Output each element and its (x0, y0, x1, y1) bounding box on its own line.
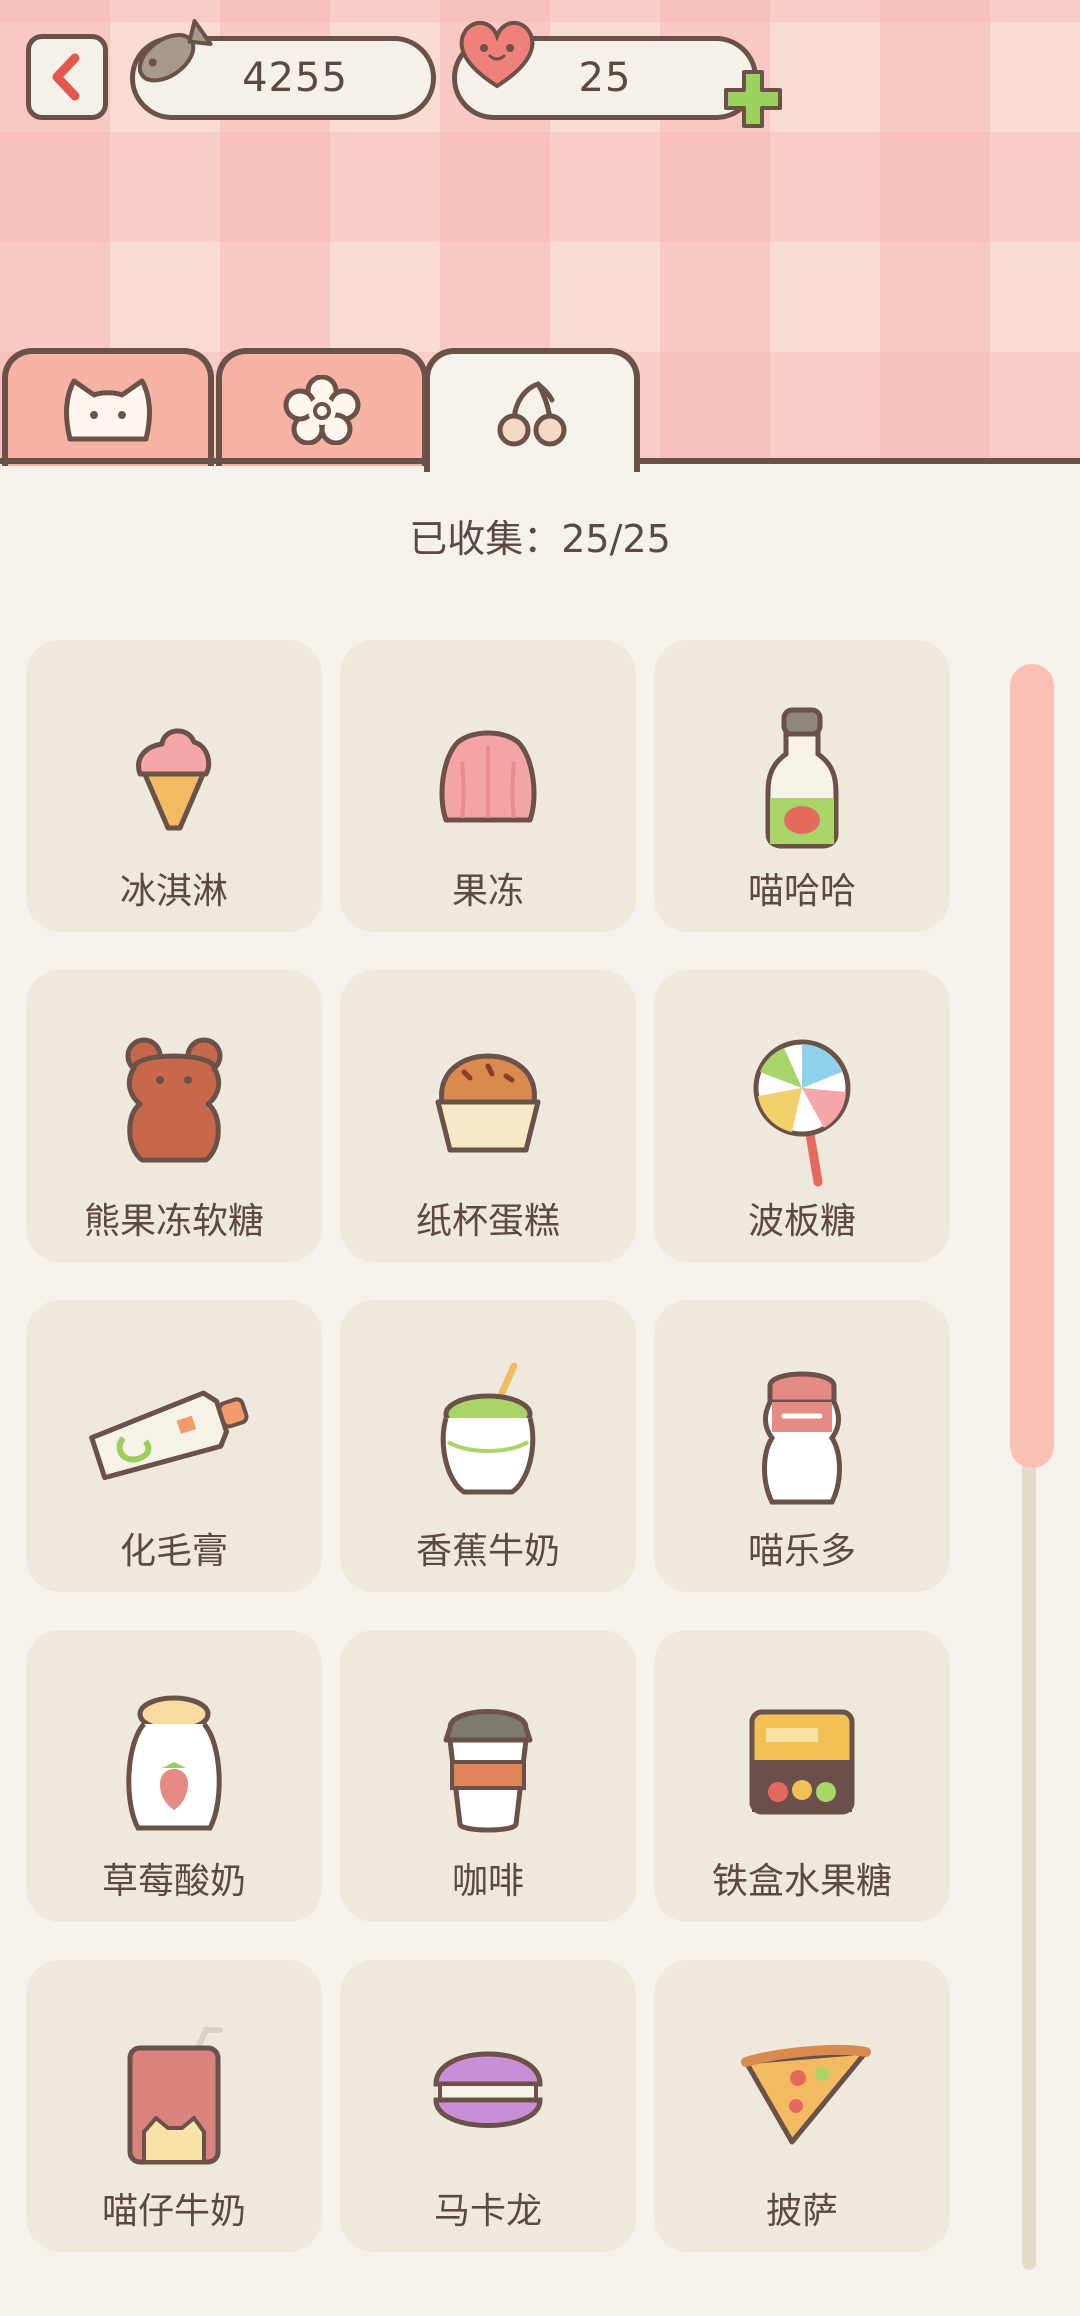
item-name: 化毛膏 (119, 1531, 228, 1572)
milk-carton-icon (127, 2027, 223, 2165)
item-card[interactable]: 果冻 (340, 640, 636, 932)
item-card[interactable]: 草莓酸奶 (26, 1630, 322, 1922)
candy-tin-icon (749, 1709, 855, 1815)
item-name: 波板糖 (747, 1201, 856, 1242)
add-hearts-button[interactable] (720, 66, 786, 132)
tab-decorations[interactable] (216, 348, 428, 466)
tab-snacks[interactable] (424, 348, 640, 472)
cat-face-icon (64, 378, 152, 442)
tab-cats[interactable] (2, 348, 214, 466)
banana-milk-icon (440, 1362, 536, 1495)
item-name: 熊果冻软糖 (83, 1201, 264, 1242)
chevron-left-icon (52, 53, 80, 101)
lollipop-icon (753, 1039, 851, 1187)
item-name: 喵仔牛奶 (101, 2191, 246, 2232)
collection-progress: 已收集：25/25 (409, 517, 671, 561)
cherry-icon (497, 381, 567, 447)
fish-count: 4255 (242, 55, 348, 101)
item-card[interactable]: 纸杯蛋糕 (340, 970, 636, 1262)
item-name: 冰淇淋 (119, 871, 228, 912)
bottle-icon (765, 707, 839, 849)
scrollbar-thumb[interactable] (1010, 664, 1054, 1468)
yakult-bottle-icon (762, 1371, 842, 1505)
macaron-icon (433, 2051, 543, 2128)
item-card[interactable]: 化毛膏 (26, 1300, 322, 1592)
heart-count: 25 (578, 55, 632, 101)
item-name: 喵乐多 (747, 1531, 856, 1572)
item-name: 披萨 (765, 2191, 838, 2232)
item-card[interactable]: 咖啡 (340, 1630, 636, 1922)
gummy-bear-icon (125, 1037, 223, 1163)
item-name: 马卡龙 (433, 2191, 542, 2232)
item-card[interactable]: 披萨 (654, 1960, 950, 2252)
item-name: 果冻 (451, 871, 524, 912)
fish-icon (137, 19, 213, 83)
item-name: 香蕉牛奶 (415, 1531, 560, 1572)
item-card[interactable]: 马卡龙 (340, 1960, 636, 2252)
item-card[interactable]: 喵乐多 (654, 1300, 950, 1592)
item-card[interactable]: 铁盒水果糖 (654, 1630, 950, 1922)
item-card[interactable]: 冰淇淋 (26, 640, 322, 932)
jelly-icon (439, 730, 537, 823)
item-card[interactable]: 熊果冻软糖 (26, 970, 322, 1262)
coffee-cup-icon (443, 1709, 533, 1833)
back-button[interactable] (26, 34, 108, 120)
cupcake-icon (435, 1053, 541, 1153)
item-name: 铁盒水果糖 (711, 1861, 892, 1902)
flower-icon (283, 375, 361, 445)
item-name: 喵哈哈 (747, 871, 856, 912)
item-name: 草莓酸奶 (101, 1861, 246, 1902)
ice-cream-icon (136, 728, 212, 831)
item-card[interactable]: 喵哈哈 (654, 640, 950, 932)
item-card[interactable]: 喵仔牛奶 (26, 1960, 322, 2252)
pizza-icon (741, 2044, 871, 2145)
item-card[interactable]: 波板糖 (654, 970, 950, 1262)
paste-tube-icon (89, 1390, 249, 1481)
item-name: 纸杯蛋糕 (415, 1201, 560, 1242)
item-name: 咖啡 (451, 1861, 524, 1902)
item-card[interactable]: 香蕉牛奶 (340, 1300, 636, 1592)
heart-face-icon (459, 20, 535, 89)
strawberry-yogurt-icon (126, 1695, 222, 1831)
